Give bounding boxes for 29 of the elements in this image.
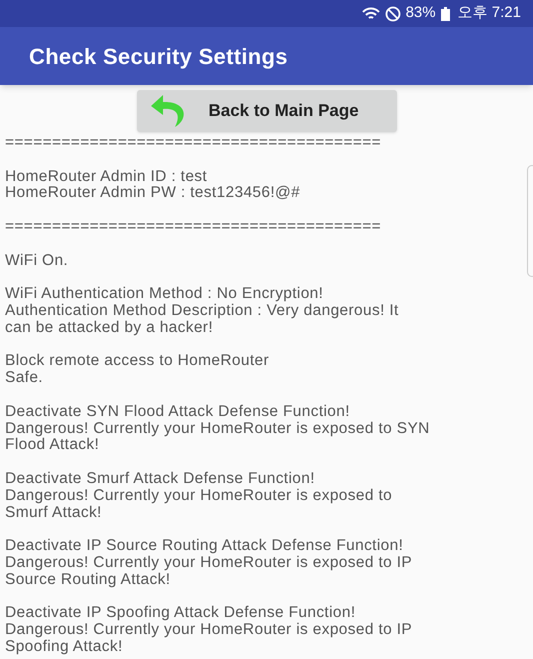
report-line: Safe.: [5, 370, 43, 387]
report-line: Block remote access to HomeRouter: [5, 353, 269, 370]
report-line: WiFi Authentication Method : No Encryption!: [5, 286, 324, 303]
back-button[interactable]: Back to Main Page: [136, 90, 396, 132]
report-line: Dangerous! Currently your HomeRouter is exposed to IP: [5, 622, 412, 639]
report-line: Deactivate SYN Flood Attack Defense Function!: [5, 404, 350, 421]
report-line: Flood Attack!: [5, 437, 100, 454]
report-line: Dangerous! Currently your HomeRouter is exposed to SYN: [5, 420, 430, 438]
battery-percent: 83%: [406, 3, 436, 24]
report-line: Dangerous! Currently your HomeRouter is exposed to IP: [5, 554, 412, 572]
wifi-icon: [362, 7, 380, 20]
report-line: Deactivate IP Source Routing Attack Defense Function!: [5, 538, 404, 555]
clock: 오후 7:21: [458, 3, 521, 24]
report-line: Source Routing Attack!: [5, 572, 170, 589]
report-line: Deactivate IP Spoofing Attack Defense Function!: [5, 605, 356, 622]
battery-icon: [440, 6, 450, 20]
app-title: Check Security Settings: [29, 42, 288, 71]
report-line: Smurf Attack!: [5, 504, 102, 522]
report-line: ========================================: [5, 135, 382, 152]
report-line: WiFi On.: [5, 252, 68, 270]
report-line: HomeRouter Admin PW : test123456!@#: [5, 185, 300, 202]
blocked-icon: [384, 6, 401, 22]
report-line: Authentication Method Description : Very dangerous! It: [5, 302, 399, 320]
report-line: Dangerous! Currently your HomeRouter is exposed to: [5, 488, 392, 505]
report-line: Deactivate Smurf Attack Defense Function!: [5, 470, 315, 488]
report-line: Spoofing Attack!: [5, 638, 123, 656]
report-line: HomeRouter Admin ID : test: [5, 168, 208, 186]
report-line: ========================================: [5, 218, 382, 236]
report-line: can be attacked by a hacker!: [5, 320, 213, 337]
